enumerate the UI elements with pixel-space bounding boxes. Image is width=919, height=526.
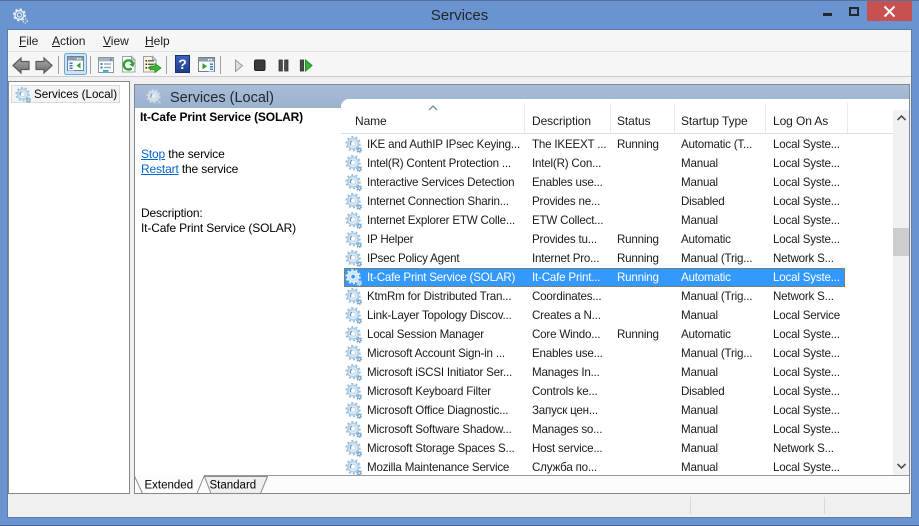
svg-text:Extended: Extended	[145, 480, 194, 492]
svg-text:?: ?	[178, 56, 187, 72]
svg-text:Standard: Standard	[210, 480, 257, 492]
